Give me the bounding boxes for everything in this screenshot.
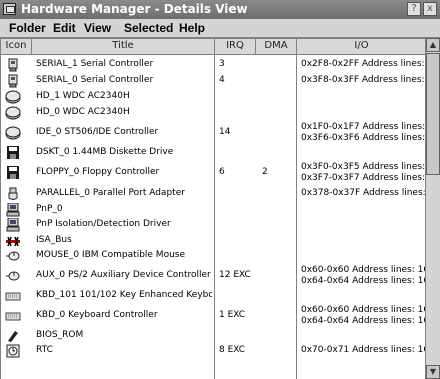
- table-row[interactable]: HD_1 WDC AC2340H: [1, 89, 425, 105]
- device-title: PARALLEL_0 Parallel Port Adapter: [36, 188, 185, 198]
- mouse-icon: [5, 249, 21, 263]
- help-button[interactable]: ?: [407, 2, 421, 16]
- table-row[interactable]: SERIAL_0 Serial Controller 4 0x3F8-0x3FF A…: [1, 73, 425, 89]
- device-title: PnP_0: [36, 204, 63, 214]
- menu-selected[interactable]: Selected: [124, 21, 173, 35]
- column-header-io[interactable]: I/O: [297, 40, 425, 54]
- io-range: 0x3F6-0x3F6 Address lines: 16: [301, 133, 425, 143]
- irq-value: 4: [219, 75, 225, 85]
- clock-icon: [5, 344, 21, 358]
- io-range: 0x1F0-0x1F7 Address lines: 16: [301, 122, 425, 132]
- io-range: 0x378-0x37F Address lines: 16: [301, 188, 425, 198]
- menu-help[interactable]: Help: [179, 21, 205, 35]
- irq-value: 1 EXC: [219, 310, 246, 320]
- vertical-scrollbar[interactable]: ▲ ▼: [425, 38, 440, 379]
- device-title: MOUSE_0 IBM Compatible Mouse: [36, 250, 186, 260]
- device-title: HD_1 WDC AC2340H: [36, 91, 130, 101]
- hard-disk-icon: [5, 90, 21, 104]
- device-title: AUX_0 PS/2 Auxiliary Device Controller: [36, 270, 211, 280]
- mouse-icon: [5, 269, 21, 283]
- menu-view[interactable]: View: [84, 21, 111, 35]
- device-title: SERIAL_1 Serial Controller: [36, 59, 154, 69]
- device-title: PnP Isolation/Detection Driver: [36, 219, 171, 229]
- device-title: HD_0 WDC AC2340H: [36, 107, 130, 117]
- table-row[interactable]: MOUSE_0 IBM Compatible Mouse: [1, 248, 425, 264]
- device-title: BIOS_ROM: [36, 330, 84, 340]
- table-row[interactable]: PnP Isolation/Detection Driver: [1, 217, 425, 233]
- menu-folder[interactable]: Folder: [9, 21, 46, 35]
- table-row[interactable]: FLOPPY_0 Floppy Controller 6 2 0x3F0-0x3F5 …: [1, 161, 425, 185]
- bus-icon: [5, 234, 21, 248]
- scroll-up-button[interactable]: ▲: [426, 38, 440, 52]
- io-range: 0x60-0x60 Address lines: 16: [301, 265, 425, 275]
- hardware-manager-window: Hardware Manager - Details View ? x Fold…: [0, 0, 440, 379]
- irq-value: 6: [219, 167, 225, 177]
- irq-value: 8 EXC: [219, 345, 246, 355]
- keyboard-icon: [5, 289, 21, 303]
- keyboard-icon: [5, 309, 21, 323]
- irq-value: 3: [219, 59, 225, 69]
- scroll-down-button[interactable]: ▼: [426, 365, 440, 379]
- column-header-icon[interactable]: Icon: [1, 40, 31, 54]
- window-title: Hardware Manager - Details View: [21, 2, 248, 16]
- table-row[interactable]: HD_0 WDC AC2340H: [1, 105, 425, 121]
- serial-port-icon: [5, 74, 21, 88]
- io-range: 0x60-0x60 Address lines: 16: [301, 305, 425, 315]
- io-range: 0x2F8-0x2FF Address lines: 10: [301, 59, 425, 69]
- dma-value: 2: [262, 167, 268, 177]
- table-row[interactable]: RTC 8 EXC 0x70-0x71 Address lines: 16: [1, 343, 425, 359]
- column-header: Icon Title IRQ DMA I/O: [1, 39, 425, 55]
- irq-value: 12 EXC: [219, 270, 251, 280]
- device-title: DSKT_0 1.44MB Diskette Drive: [36, 147, 174, 157]
- floppy-disk-icon: [5, 146, 21, 160]
- hardware-manager-app-icon[interactable]: [3, 3, 16, 15]
- computer-icon: [5, 217, 21, 232]
- device-title: IDE_0 ST506/IDE Controller: [36, 127, 159, 137]
- device-title: KBD_101 101/102 Key Enhanced Keyboard De: [36, 290, 212, 300]
- hard-disk-icon: [5, 106, 21, 120]
- io-range: 0x3F8-0x3FF Address lines: 10: [301, 75, 425, 85]
- irq-value: 14: [219, 127, 231, 137]
- device-title: KBD_0 Keyboard Controller: [36, 310, 158, 320]
- io-range: 0x3F0-0x3F5 Address lines: 16: [301, 162, 425, 172]
- column-header-irq[interactable]: IRQ: [215, 40, 255, 54]
- title-bar[interactable]: Hardware Manager - Details View ? x: [0, 0, 440, 19]
- device-title: SERIAL_0 Serial Controller: [36, 75, 154, 85]
- close-button[interactable]: x: [423, 2, 437, 16]
- hard-disk-icon: [5, 126, 21, 140]
- scroll-thumb[interactable]: [426, 53, 440, 175]
- details-view-list: Icon Title IRQ DMA I/O SERIAL_1 Serial C…: [0, 38, 425, 379]
- floppy-disk-icon: [5, 166, 21, 180]
- table-row[interactable]: KBD_0 Keyboard Controller 1 EXC 0x60-0x60 …: [1, 304, 425, 328]
- device-title: RTC: [36, 345, 53, 355]
- serial-port-icon: [5, 58, 21, 72]
- table-row[interactable]: IDE_0 ST506/IDE Controller 14 0x1F0-0x1F7 …: [1, 121, 425, 145]
- menu-bar: Folder Edit View Selected Help: [0, 19, 440, 38]
- table-row[interactable]: AUX_0 PS/2 Auxiliary Device Controller 12…: [1, 264, 425, 288]
- table-row[interactable]: DSKT_0 1.44MB Diskette Drive: [1, 145, 425, 161]
- computer-icon: [5, 202, 21, 217]
- parallel-port-icon: [5, 187, 21, 201]
- table-row[interactable]: PnP_0: [1, 202, 425, 217]
- io-range: 0x64-0x64 Address lines: 16: [301, 316, 425, 326]
- table-row[interactable]: BIOS_ROM: [1, 328, 425, 343]
- column-header-title[interactable]: Title: [32, 40, 214, 54]
- column-header-dma[interactable]: DMA: [256, 40, 296, 54]
- bios-chip-icon: [5, 329, 21, 343]
- io-range: 0x3F7-0x3F7 Address lines: 16: [301, 173, 425, 183]
- device-title: FLOPPY_0 Floppy Controller: [36, 167, 160, 177]
- io-range: 0x64-0x64 Address lines: 16: [301, 276, 425, 286]
- table-row[interactable]: ISA_Bus: [1, 233, 425, 248]
- table-row[interactable]: KBD_101 101/102 Key Enhanced Keyboard De: [1, 288, 425, 304]
- table-row[interactable]: SERIAL_1 Serial Controller 3 0x2F8-0x2FF A…: [1, 57, 425, 73]
- device-title: ISA_Bus: [36, 235, 72, 245]
- menu-edit[interactable]: Edit: [53, 21, 76, 35]
- table-row[interactable]: PARALLEL_0 Parallel Port Adapter 0x378-0x…: [1, 185, 425, 202]
- io-range: 0x70-0x71 Address lines: 16: [301, 345, 425, 355]
